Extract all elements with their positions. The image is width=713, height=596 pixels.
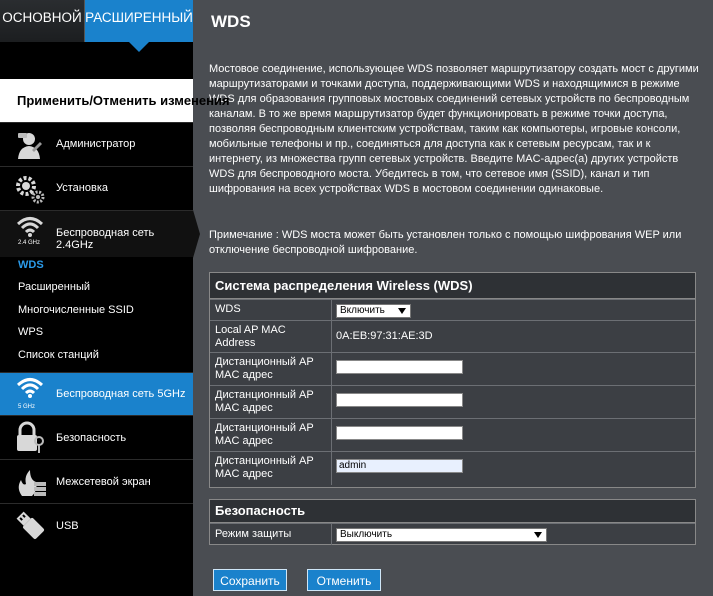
security-mode-label: Режим защиты xyxy=(210,524,332,545)
active-item-pointer xyxy=(193,210,200,258)
wds-select[interactable]: Включить xyxy=(336,304,411,318)
sidebar-subitem-wps[interactable]: WPS xyxy=(18,326,43,338)
firewall-icon xyxy=(14,468,48,501)
local-mac-label: Local AP MAC Address xyxy=(210,321,332,352)
sidebar-subitem-multiple-ssid[interactable]: Многочисленные SSID xyxy=(18,304,134,316)
cancel-button[interactable]: Отменить xyxy=(307,569,381,591)
usb-icon xyxy=(14,509,46,544)
chevron-down-icon xyxy=(398,308,406,314)
remote-mac-row: Дистанционный AP MAC адрес admin xyxy=(210,451,695,485)
sidebar: ОСНОВНОЙ РАСШИРЕННЫЙ Применить/Отменить … xyxy=(0,0,230,596)
remote-mac-input-1[interactable] xyxy=(336,360,463,374)
sidebar-subitem-wds[interactable]: WDS xyxy=(18,259,44,271)
wds-select-value: Включить xyxy=(340,305,385,316)
security-mode-select[interactable]: Выключить xyxy=(336,528,547,542)
sidebar-item-label: USB xyxy=(56,520,79,532)
chevron-down-icon xyxy=(534,532,542,538)
security-mode-row: Режим защиты Выключить xyxy=(210,523,695,545)
save-button[interactable]: Сохранить xyxy=(213,569,287,591)
lock-key-icon xyxy=(14,421,46,458)
wifi-icon xyxy=(16,376,44,401)
wds-panel-header: Система распределения Wireless (WDS) xyxy=(210,273,695,299)
sidebar-item-wireless-24[interactable]: 2.4 GHz Беспроводная сеть 2.4GHz xyxy=(0,210,193,257)
gears-icon xyxy=(14,173,46,208)
sidebar-item-label: Безопасность xyxy=(56,432,127,444)
sidebar-item-label: Межсетевой экран xyxy=(56,476,151,488)
top-tabs: ОСНОВНОЙ РАСШИРЕННЫЙ xyxy=(0,0,193,42)
page-note: Примечание : WDS моста может быть устано… xyxy=(209,229,682,256)
tab-advanced[interactable]: РАСШИРЕННЫЙ xyxy=(85,0,193,42)
sidebar-item-firewall[interactable]: Межсетевой экран xyxy=(0,459,193,503)
local-mac-value: 0A:EB:97:31:AE:3D xyxy=(336,330,433,342)
sidebar-subitem-station-list[interactable]: Список станций xyxy=(18,349,99,361)
sidebar-item-admin[interactable]: Администратор xyxy=(0,122,193,166)
tab-basic[interactable]: ОСНОВНОЙ xyxy=(0,0,85,42)
security-mode-value: Выключить xyxy=(340,529,393,540)
sidebar-item-label: Беспроводная сеть 2.4GHz xyxy=(56,227,155,251)
remote-mac-label: Дистанционный AP MAC адрес xyxy=(210,386,332,418)
sidebar-subitem-advanced[interactable]: Расширенный xyxy=(18,281,90,293)
local-mac-row: Local AP MAC Address 0A:EB:97:31:AE:3D xyxy=(210,320,695,352)
band-label: 5 GHz xyxy=(18,404,36,410)
page-description: Мостовое соединение, использующее WDS по… xyxy=(209,63,699,195)
remote-mac-label: Дистанционный AP MAC адрес xyxy=(210,353,332,385)
wds-label: WDS xyxy=(210,300,332,320)
sidebar-item-wireless-5[interactable]: 5 GHz Беспроводная сеть 5GHz xyxy=(0,372,193,415)
wds-panel: Система распределения Wireless (WDS) WDS… xyxy=(209,272,696,488)
remote-mac-row: Дистанционный AP MAC адрес xyxy=(210,385,695,418)
sidebar-item-usb[interactable]: USB xyxy=(0,503,193,546)
wds-row: WDS Включить xyxy=(210,299,695,320)
apply-changes-link[interactable]: Применить/Отменить изменения xyxy=(0,79,230,122)
remote-mac-label: Дистанционный AP MAC адрес xyxy=(210,419,332,451)
sidebar-item-setup[interactable]: Установка xyxy=(0,166,193,210)
remote-mac-row: Дистанционный AP MAC адрес xyxy=(210,352,695,385)
page-title: WDS xyxy=(211,12,251,31)
security-panel-header: Безопасность xyxy=(210,500,695,523)
sidebar-item-label: Установка xyxy=(56,182,108,194)
admin-icon xyxy=(14,130,44,163)
band-label: 2.4 GHz xyxy=(18,240,41,246)
sidebar-item-label: Беспроводная сеть 5GHz xyxy=(56,388,186,400)
main-content: WDS Мостовое соединение, использующее WD… xyxy=(200,0,713,596)
remote-mac-input-4[interactable]: admin xyxy=(336,459,463,473)
sidebar-item-security[interactable]: Безопасность xyxy=(0,415,193,459)
security-panel: Безопасность Режим защиты Выключить xyxy=(209,499,696,545)
sidebar-item-label: Администратор xyxy=(56,138,136,150)
wifi-icon xyxy=(16,215,44,240)
active-tab-arrow xyxy=(129,42,149,52)
remote-mac-label: Дистанционный AP MAC адрес xyxy=(210,452,332,485)
remote-mac-input-3[interactable] xyxy=(336,426,463,440)
remote-mac-row: Дистанционный AP MAC адрес xyxy=(210,418,695,451)
remote-mac-input-2[interactable] xyxy=(336,393,463,407)
